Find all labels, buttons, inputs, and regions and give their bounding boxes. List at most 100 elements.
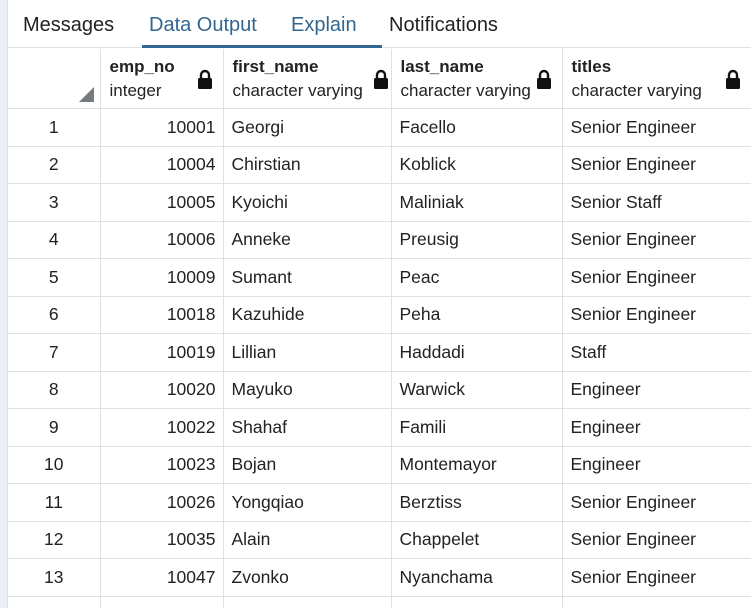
cell-last-name[interactable]: Nyanchama [391, 558, 563, 597]
row-index[interactable]: 13 [8, 558, 101, 597]
row-index[interactable]: 4 [8, 221, 101, 259]
column-type: character varying [571, 81, 702, 100]
cell-titles[interactable]: Staff [562, 333, 751, 372]
cell-titles[interactable]: Engineer [562, 408, 751, 447]
row-index[interactable]: 11 [8, 483, 101, 522]
table-row[interactable]: 3 10005 Kyoichi Maliniak Senior Staff [8, 183, 751, 222]
cell-emp-no[interactable]: 10035 [100, 521, 224, 559]
table-row[interactable]: 7 10019 Lillian Haddadi Staff [8, 333, 751, 372]
column-header-titles[interactable]: titles character varying [562, 49, 751, 109]
cell-last-name[interactable]: Berztiss [391, 483, 563, 522]
tab-messages[interactable]: Messages [23, 0, 114, 48]
cell-first-name[interactable]: Shahaf [223, 408, 392, 447]
row-index[interactable]: 3 [8, 183, 101, 222]
cell-last-name[interactable]: Maliniak [391, 183, 563, 222]
column-type: character varying [400, 81, 531, 100]
table-row[interactable]: 10 10023 Bojan Montemayor Engineer [8, 446, 751, 484]
table-row[interactable] [8, 596, 751, 608]
cell-titles[interactable]: Senior Engineer [562, 483, 751, 522]
table-row[interactable]: 12 10035 Alain Chappelet Senior Engineer [8, 521, 751, 559]
cell-titles[interactable]: Senior Engineer [562, 521, 751, 559]
table-row[interactable]: 4 10006 Anneke Preusig Senior Engineer [8, 221, 751, 259]
table-row[interactable]: 1 10001 Georgi Facello Senior Engineer [8, 108, 751, 147]
lock-icon [373, 69, 388, 89]
row-index[interactable] [8, 596, 101, 608]
cell-emp-no[interactable]: 10047 [100, 558, 224, 597]
cell-emp-no[interactable]: 10022 [100, 408, 224, 447]
cell-last-name[interactable]: Chappelet [391, 521, 563, 559]
tab-data-output[interactable]: Data Output [149, 0, 257, 48]
tab-explain[interactable]: Explain [291, 0, 357, 48]
cell-first-name[interactable]: Anneke [223, 221, 392, 259]
column-header-emp-no[interactable]: emp_no integer [100, 49, 224, 109]
cell-first-name[interactable]: Chirstian [223, 146, 392, 184]
cell-emp-no[interactable]: 10019 [100, 333, 224, 372]
cell-emp-no[interactable]: 10004 [100, 146, 224, 184]
row-index[interactable]: 10 [8, 446, 101, 484]
cell-first-name[interactable]: Kyoichi [223, 183, 392, 222]
cell-first-name[interactable]: Georgi [223, 108, 392, 147]
cell-titles[interactable]: Senior Engineer [562, 258, 751, 297]
table-row[interactable]: 5 10009 Sumant Peac Senior Engineer [8, 258, 751, 297]
cell-emp-no[interactable]: 10005 [100, 183, 224, 222]
cell-last-name[interactable]: Warwick [391, 371, 563, 409]
row-index[interactable]: 2 [8, 146, 101, 184]
cell-last-name[interactable]: Montemayor [391, 446, 563, 484]
row-index[interactable]: 7 [8, 333, 101, 372]
cell-emp-no[interactable]: 10018 [100, 296, 224, 334]
row-index[interactable]: 8 [8, 371, 101, 409]
table-row[interactable]: 6 10018 Kazuhide Peha Senior Engineer [8, 296, 751, 334]
row-index[interactable]: 5 [8, 258, 101, 297]
cell-first-name[interactable] [223, 596, 392, 608]
row-index[interactable]: 1 [8, 108, 101, 147]
select-all-corner-icon[interactable] [78, 87, 94, 102]
cell-last-name[interactable] [391, 596, 563, 608]
cell-titles[interactable]: Senior Engineer [562, 108, 751, 147]
cell-last-name[interactable]: Peac [391, 258, 563, 297]
cell-emp-no[interactable]: 10001 [100, 108, 224, 147]
cell-titles[interactable]: Senior Staff [562, 183, 751, 222]
cell-emp-no[interactable]: 10026 [100, 483, 224, 522]
cell-last-name[interactable]: Facello [391, 108, 563, 147]
query-results-panel: Messages Data Output Explain Notificatio… [0, 0, 751, 608]
cell-first-name[interactable]: Bojan [223, 446, 392, 484]
cell-emp-no[interactable]: 10023 [100, 446, 224, 484]
cell-last-name[interactable]: Peha [391, 296, 563, 334]
cell-emp-no[interactable]: 10020 [100, 371, 224, 409]
cell-first-name[interactable]: Lillian [223, 333, 392, 372]
cell-first-name[interactable]: Mayuko [223, 371, 392, 409]
cell-emp-no[interactable]: 10009 [100, 258, 224, 297]
select-all-cell[interactable] [8, 49, 101, 109]
table-row[interactable]: 2 10004 Chirstian Koblick Senior Enginee… [8, 146, 751, 184]
cell-first-name[interactable]: Kazuhide [223, 296, 392, 334]
cell-last-name[interactable]: Haddadi [391, 333, 563, 372]
cell-first-name[interactable]: Yongqiao [223, 483, 392, 522]
row-index[interactable]: 6 [8, 296, 101, 334]
cell-titles[interactable]: Senior Engineer [562, 558, 751, 597]
cell-first-name[interactable]: Zvonko [223, 558, 392, 597]
table-row[interactable]: 8 10020 Mayuko Warwick Engineer [8, 371, 751, 409]
cell-last-name[interactable]: Preusig [391, 221, 563, 259]
lock-icon [725, 69, 740, 89]
header-row: emp_no integer first_name character vary… [8, 49, 751, 109]
table-row[interactable]: 13 10047 Zvonko Nyanchama Senior Enginee… [8, 558, 751, 597]
cell-first-name[interactable]: Alain [223, 521, 392, 559]
cell-titles[interactable] [562, 596, 751, 608]
cell-emp-no[interactable] [100, 596, 224, 608]
cell-last-name[interactable]: Koblick [391, 146, 563, 184]
cell-first-name[interactable]: Sumant [223, 258, 392, 297]
column-header-last-name[interactable]: last_name character varying [391, 49, 563, 109]
cell-titles[interactable]: Senior Engineer [562, 296, 751, 334]
row-index[interactable]: 12 [8, 521, 101, 559]
table-row[interactable]: 11 10026 Yongqiao Berztiss Senior Engine… [8, 483, 751, 522]
cell-titles[interactable]: Engineer [562, 371, 751, 409]
cell-last-name[interactable]: Famili [391, 408, 563, 447]
row-index[interactable]: 9 [8, 408, 101, 447]
tab-notifications[interactable]: Notifications [389, 0, 498, 48]
cell-titles[interactable]: Engineer [562, 446, 751, 484]
table-row[interactable]: 9 10022 Shahaf Famili Engineer [8, 408, 751, 447]
column-header-first-name[interactable]: first_name character varying [223, 49, 392, 109]
cell-emp-no[interactable]: 10006 [100, 221, 224, 259]
cell-titles[interactable]: Senior Engineer [562, 221, 751, 259]
cell-titles[interactable]: Senior Engineer [562, 146, 751, 184]
